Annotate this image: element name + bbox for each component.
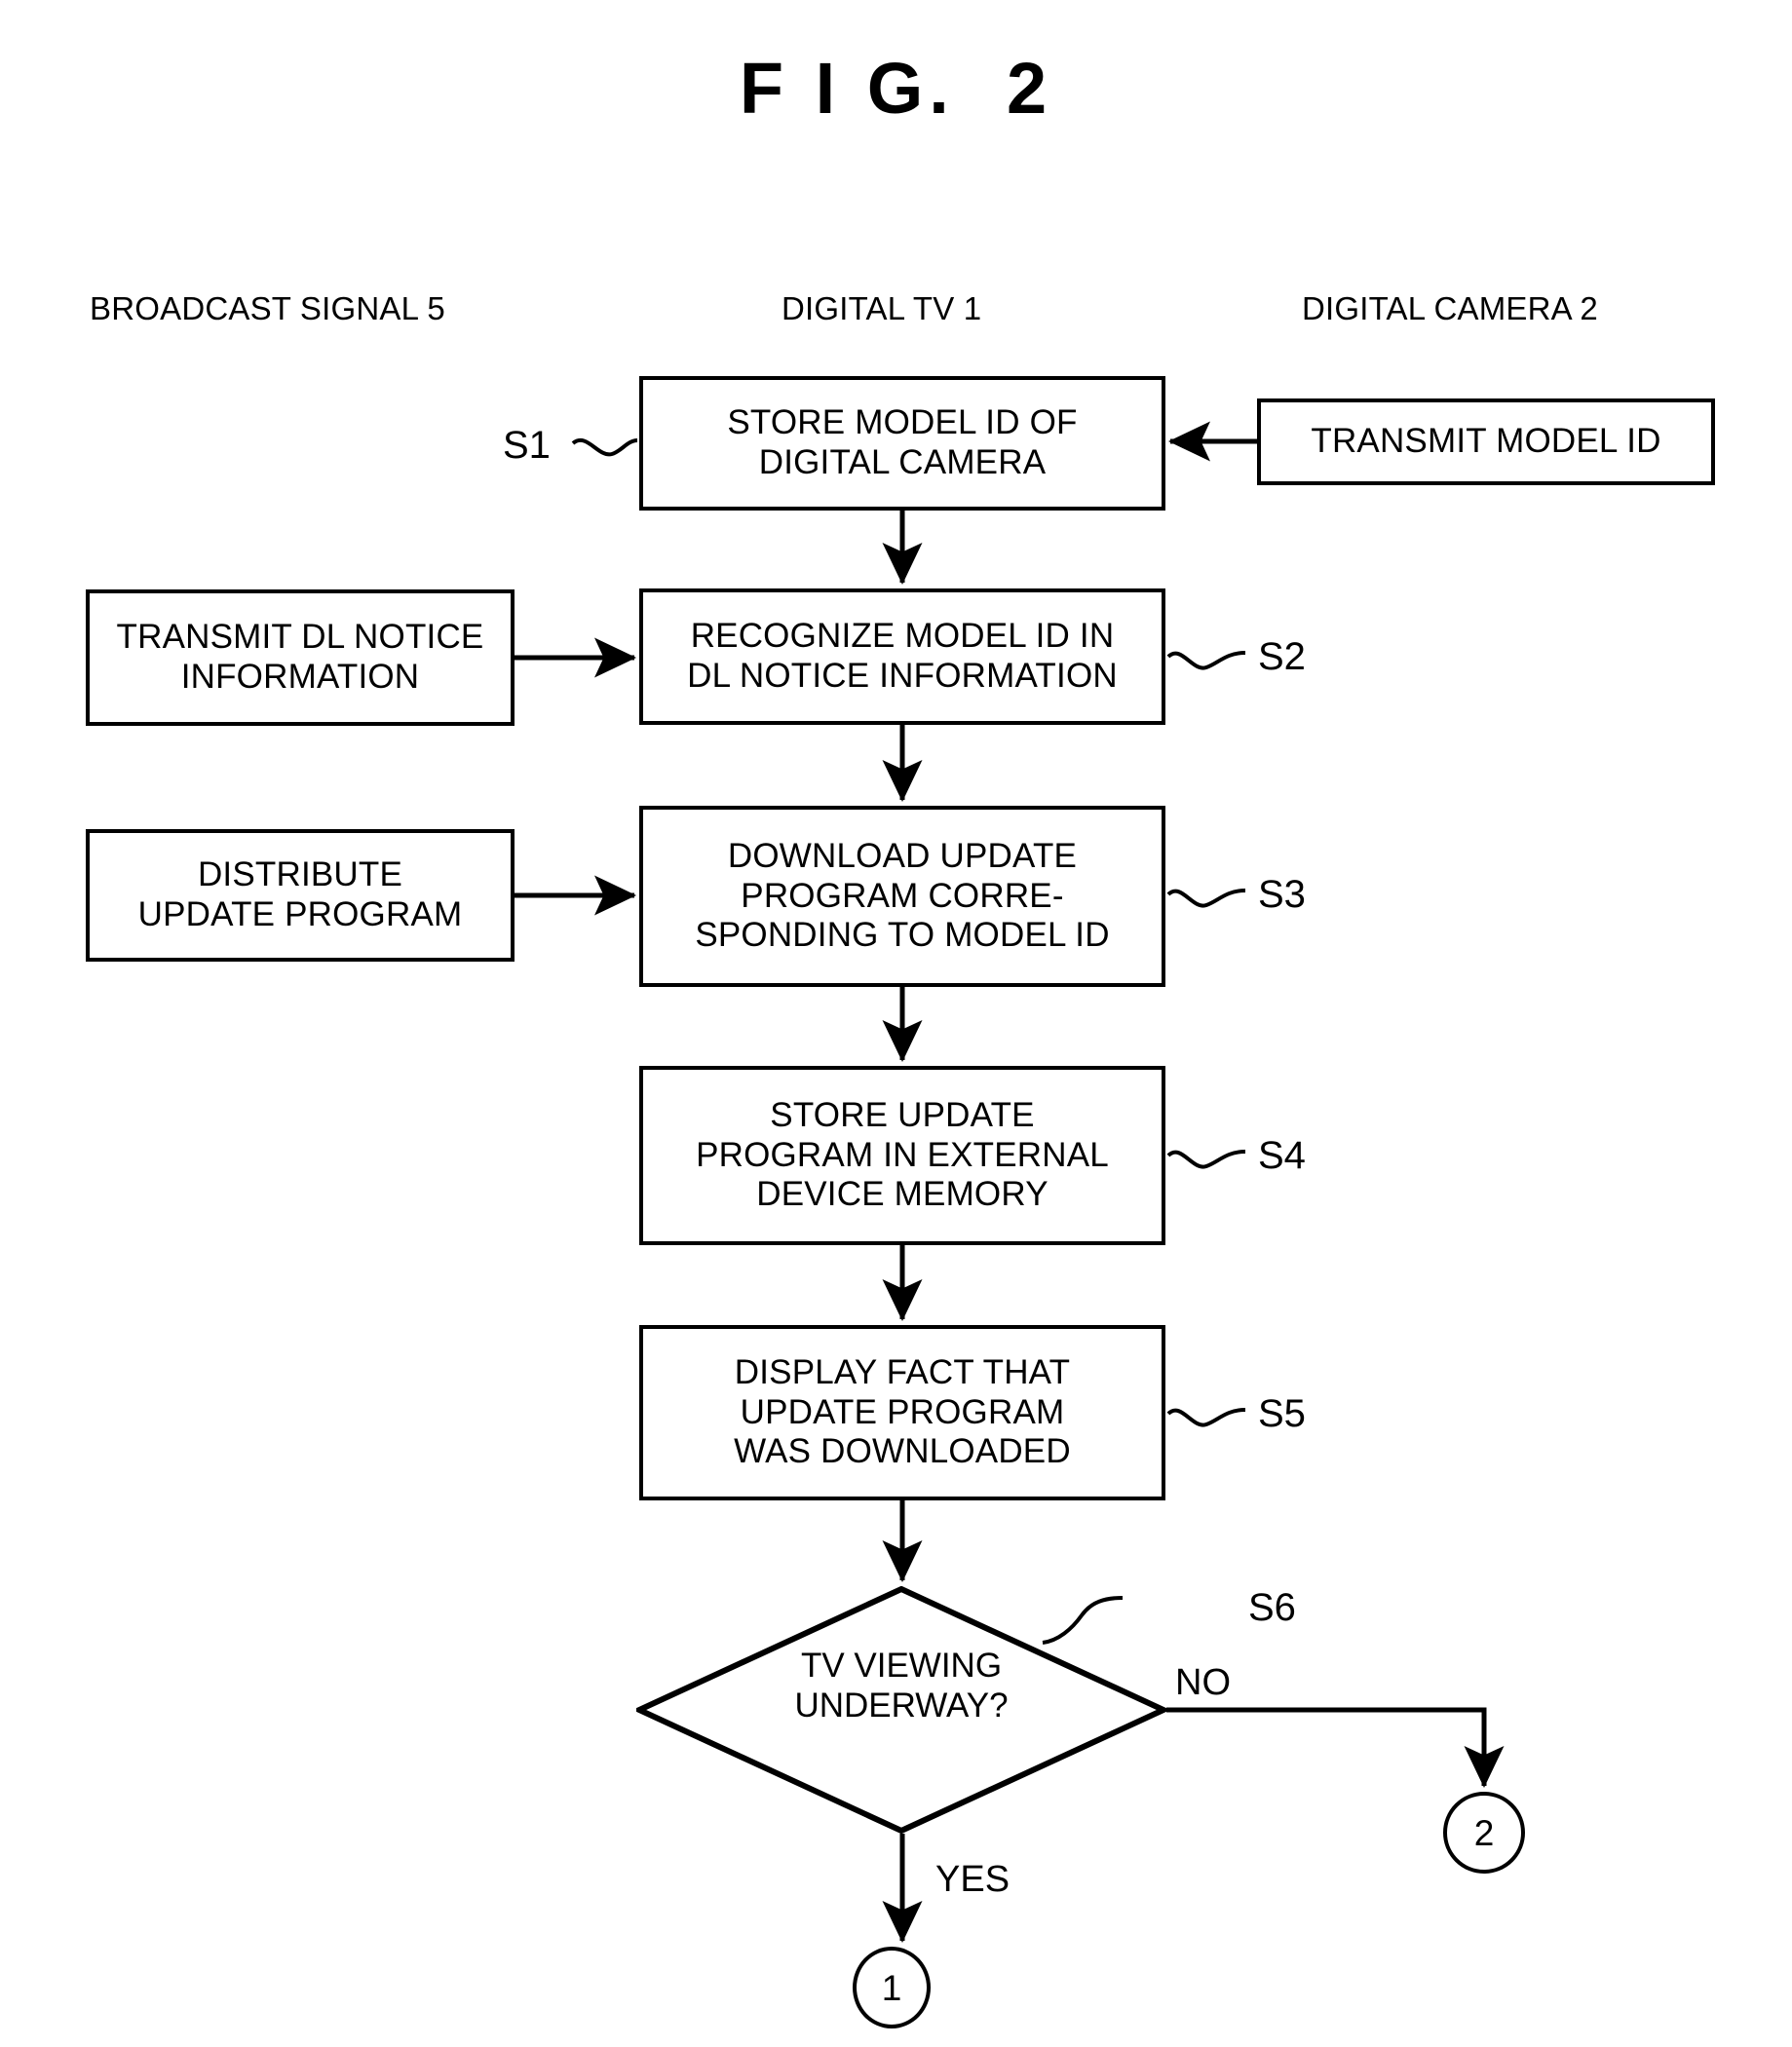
figure-title: F I G. 2 — [739, 48, 1053, 129]
process-box-transmit-dl-notice-information[interactable]: TRANSMIT DL NOTICE INFORMATION — [86, 589, 515, 726]
leader-line-s1 — [571, 438, 638, 457]
decision-diamond-label: TV VIEWING UNDERWAY? — [794, 1647, 1009, 1725]
step-label-s5: S5 — [1258, 1392, 1306, 1435]
leader-line-s2 — [1166, 651, 1246, 670]
leader-line-s3 — [1166, 889, 1246, 908]
process-box-transmit-model-id[interactable]: TRANSMIT MODEL ID — [1257, 398, 1715, 485]
process-box-s5[interactable]: DISPLAY FACT THAT UPDATE PROGRAM WAS DOW… — [639, 1325, 1165, 1500]
process-box-s2[interactable]: RECOGNIZE MODEL ID IN DL NOTICE INFORMAT… — [639, 588, 1165, 725]
column-header-digital-camera: DIGITAL CAMERA 2 — [1302, 290, 1598, 326]
process-box-s4[interactable]: STORE UPDATE PROGRAM IN EXTERNAL DEVICE … — [639, 1066, 1165, 1245]
column-header-broadcast-signal: BROADCAST SIGNAL 5 — [90, 290, 445, 326]
step-label-s4: S4 — [1258, 1134, 1306, 1177]
leader-line-s4 — [1166, 1150, 1246, 1169]
process-box-distribute-update-program[interactable]: DISTRIBUTE UPDATE PROGRAM — [86, 829, 515, 962]
offpage-connector-1[interactable]: 1 — [853, 1947, 931, 2028]
figure-page: F I G. 2 BROADCAST SIGNAL 5 DIGITAL TV 1… — [0, 0, 1792, 2047]
step-label-s3: S3 — [1258, 873, 1306, 916]
offpage-connector-2[interactable]: 2 — [1443, 1792, 1525, 1874]
column-header-digital-tv: DIGITAL TV 1 — [782, 290, 982, 326]
step-label-s1: S1 — [503, 424, 551, 467]
branch-label-no: NO — [1175, 1662, 1231, 1703]
step-label-s6: S6 — [1248, 1586, 1296, 1629]
leader-line-s5 — [1166, 1408, 1246, 1427]
process-box-s3[interactable]: DOWNLOAD UPDATE PROGRAM CORRE- SPONDING … — [639, 806, 1165, 987]
branch-label-yes: YES — [935, 1859, 1010, 1900]
step-label-s2: S2 — [1258, 635, 1306, 678]
arrow-no-branch-to-connector-2 — [1166, 1707, 1505, 1789]
process-box-s1[interactable]: STORE MODEL ID OF DIGITAL CAMERA — [639, 376, 1165, 511]
